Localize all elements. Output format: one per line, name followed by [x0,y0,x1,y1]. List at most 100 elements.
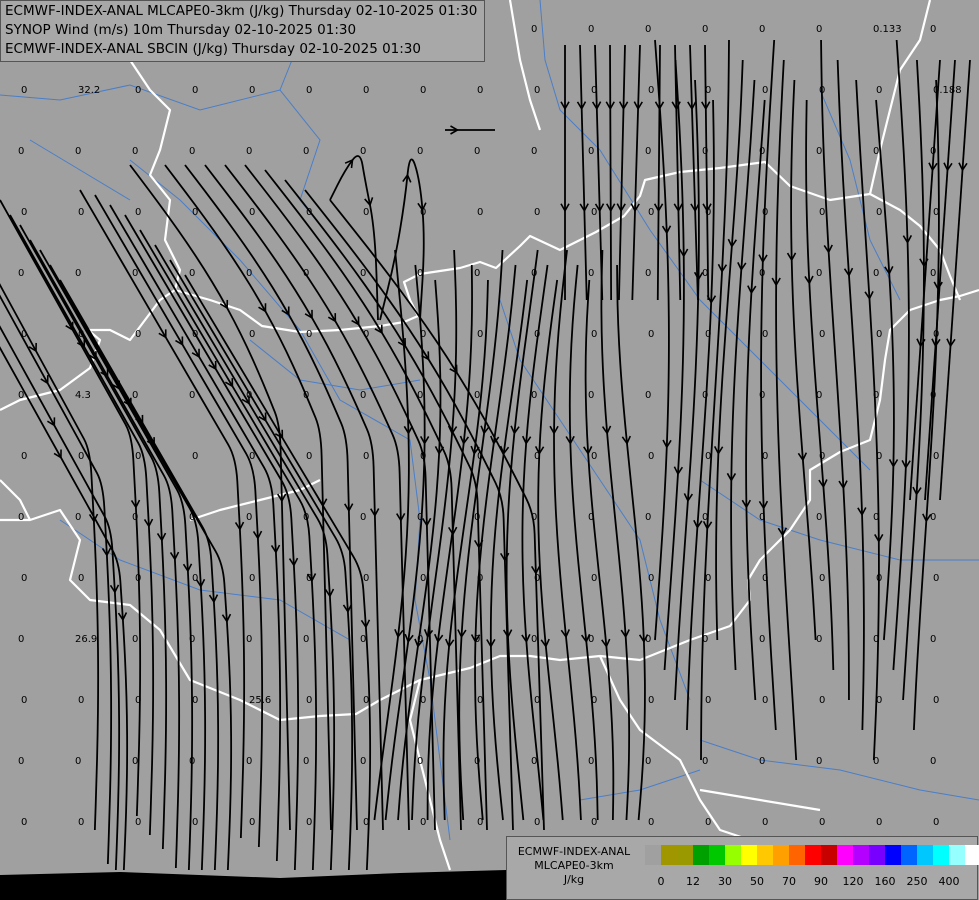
cin-value-label: 0 [363,85,369,96]
cin-value-label: 0 [363,573,369,584]
cin-value-label: 0 [189,268,195,279]
cin-value-label: 0 [306,85,312,96]
cin-value-label: 0 [78,329,84,340]
cin-value-label: 0 [591,817,597,828]
cin-value-label: 0 [534,85,540,96]
color-swatch [853,845,869,865]
color-swatch [837,845,853,865]
cin-value-label: 0 [930,634,936,645]
cin-value-label: 0 [534,573,540,584]
cin-value-label: 0 [21,573,27,584]
cin-value-label: 0 [474,634,480,645]
color-legend-unit: J/kg [563,873,585,886]
cin-value-label: 0 [21,695,27,706]
color-swatch [773,845,789,865]
cin-value-label: 0 [303,146,309,157]
cin-value-label: 0 [705,207,711,218]
cin-value-label: 0 [306,329,312,340]
cin-value-label: 0 [591,573,597,584]
cin-value-label: 0 [18,268,24,279]
cin-value-label: 0 [588,24,594,35]
color-swatch [709,845,725,865]
color-swatch [805,845,821,865]
color-swatch [693,845,709,865]
cin-value-label: 0 [474,268,480,279]
cin-value-label: 0 [705,329,711,340]
cin-value-label: 0 [189,512,195,523]
cin-value-label: 0 [873,512,879,523]
cin-value-label: 0 [648,695,654,706]
cin-value-label: 0 [78,573,84,584]
cin-value-label: 32.2 [78,85,100,96]
cin-value-label: 0 [474,390,480,401]
cin-value-label: 0 [21,451,27,462]
cin-value-label: 0 [930,512,936,523]
cin-value-label: 0 [360,512,366,523]
cin-value-label: 0 [762,695,768,706]
cin-value-label: 0 [132,756,138,767]
color-swatch [677,845,693,865]
cin-value-label: 0 [816,24,822,35]
cin-value-label: 0 [306,451,312,462]
cin-value-label: 0 [534,817,540,828]
cin-value-label: 0 [18,634,24,645]
cin-value-label: 0 [873,268,879,279]
cin-value-label: 0 [477,451,483,462]
cin-value-label: 0 [246,512,252,523]
cin-value-label: 0 [876,85,882,96]
cin-value-label: 0 [648,573,654,584]
cin-value-label: 0 [477,573,483,584]
cin-value-label: 0 [132,268,138,279]
cin-value-label: 0 [762,573,768,584]
cin-value-label: 0 [249,451,255,462]
cin-value-label: 0 [762,207,768,218]
cin-value-label: 0 [816,146,822,157]
cin-value-label: 0 [876,451,882,462]
cin-value-label: 0 [417,634,423,645]
cin-value-label: 0 [588,512,594,523]
cin-value-label: 0 [819,573,825,584]
cin-value-label: 0 [420,451,426,462]
cin-value-label: 0.188 [933,85,962,96]
color-tick-label: 12 [686,875,700,888]
color-legend-label: ECMWF-INDEX-ANAL MLCAPE0-3km J/kg [511,845,637,887]
color-swatch [661,845,677,865]
title-synop-wind: SYNOP Wind (m/s) 10m Thursday 02-10-2025… [5,22,357,38]
cin-value-label: 0 [534,207,540,218]
cin-value-label: 0 [249,817,255,828]
cin-value-label: 0 [702,634,708,645]
cin-value-label: 0 [702,512,708,523]
cin-value-label: 0 [189,390,195,401]
cin-value-label: 0 [420,207,426,218]
cin-value-label: 0 [648,207,654,218]
cin-value-label: 0 [933,451,939,462]
cin-value-label: 0 [816,512,822,523]
title-mlcape: ECMWF-INDEX-ANAL MLCAPE0-3km (J/kg) Thur… [5,3,478,19]
cin-value-label: 0 [705,817,711,828]
cin-value-label: 0 [816,268,822,279]
cin-value-label: 0 [759,756,765,767]
color-tick-label: 250 [906,875,928,888]
color-swatch [901,845,917,865]
cin-value-label: 0 [705,695,711,706]
cin-value-label: 0 [420,695,426,706]
cin-value-label: 0 [75,268,81,279]
cin-value-label: 0 [873,756,879,767]
color-swatch [757,845,773,865]
cin-value-label: 0 [420,573,426,584]
cin-value-label: 0 [705,573,711,584]
cin-value-label: 0 [645,390,651,401]
cin-value-label: 0 [249,207,255,218]
cin-value-label: 0 [249,573,255,584]
cin-value-label: 0.133 [873,24,902,35]
cin-value-label: 0 [762,329,768,340]
color-tick-label: 0 [657,875,665,888]
cin-value-label: 0 [135,817,141,828]
cin-value-label: 0 [303,268,309,279]
cin-value-label: 0 [930,24,936,35]
cin-value-label: 0 [477,817,483,828]
cin-value-label: 0 [873,146,879,157]
cin-value-label: 0 [303,512,309,523]
cin-value-label: 0 [933,207,939,218]
cin-value-label: 0 [363,451,369,462]
